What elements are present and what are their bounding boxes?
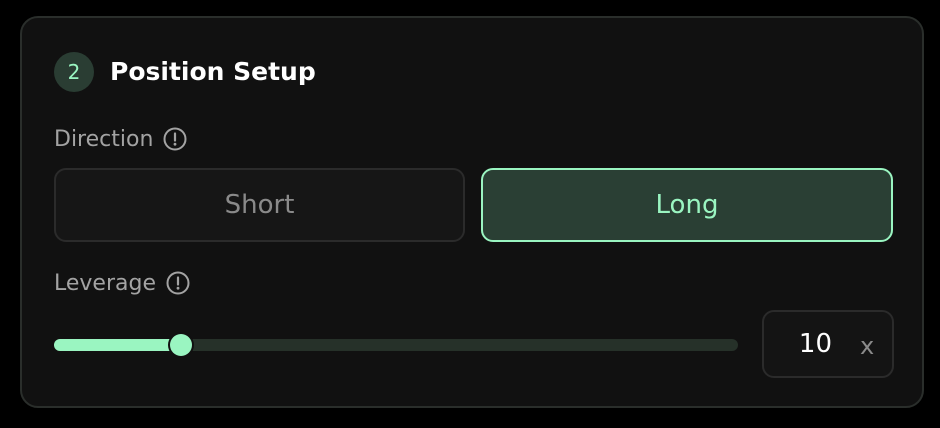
long-button[interactable]: Long (481, 168, 893, 242)
direction-label: Direction (54, 126, 154, 152)
short-button-label: Short (224, 190, 295, 220)
info-circle-icon[interactable] (166, 271, 190, 295)
long-button-label: Long (655, 190, 719, 220)
info-circle-icon[interactable] (163, 127, 187, 151)
step-number-badge: 2 (54, 52, 94, 92)
leverage-unit: x (860, 332, 875, 360)
position-setup-card: 2 Position Setup Direction Short Long Le… (20, 16, 924, 408)
leverage-label: Leverage (54, 270, 156, 296)
step-number: 2 (67, 60, 81, 84)
leverage-slider[interactable] (54, 330, 740, 360)
section-title: Position Setup (110, 57, 316, 86)
slider-thumb[interactable] (170, 334, 192, 356)
leverage-input-box[interactable]: x (762, 310, 894, 378)
leverage-input[interactable] (764, 312, 846, 376)
direction-label-row: Direction (54, 124, 187, 154)
slider-fill (54, 339, 181, 351)
short-button[interactable]: Short (54, 168, 465, 242)
leverage-label-row: Leverage (54, 268, 190, 298)
